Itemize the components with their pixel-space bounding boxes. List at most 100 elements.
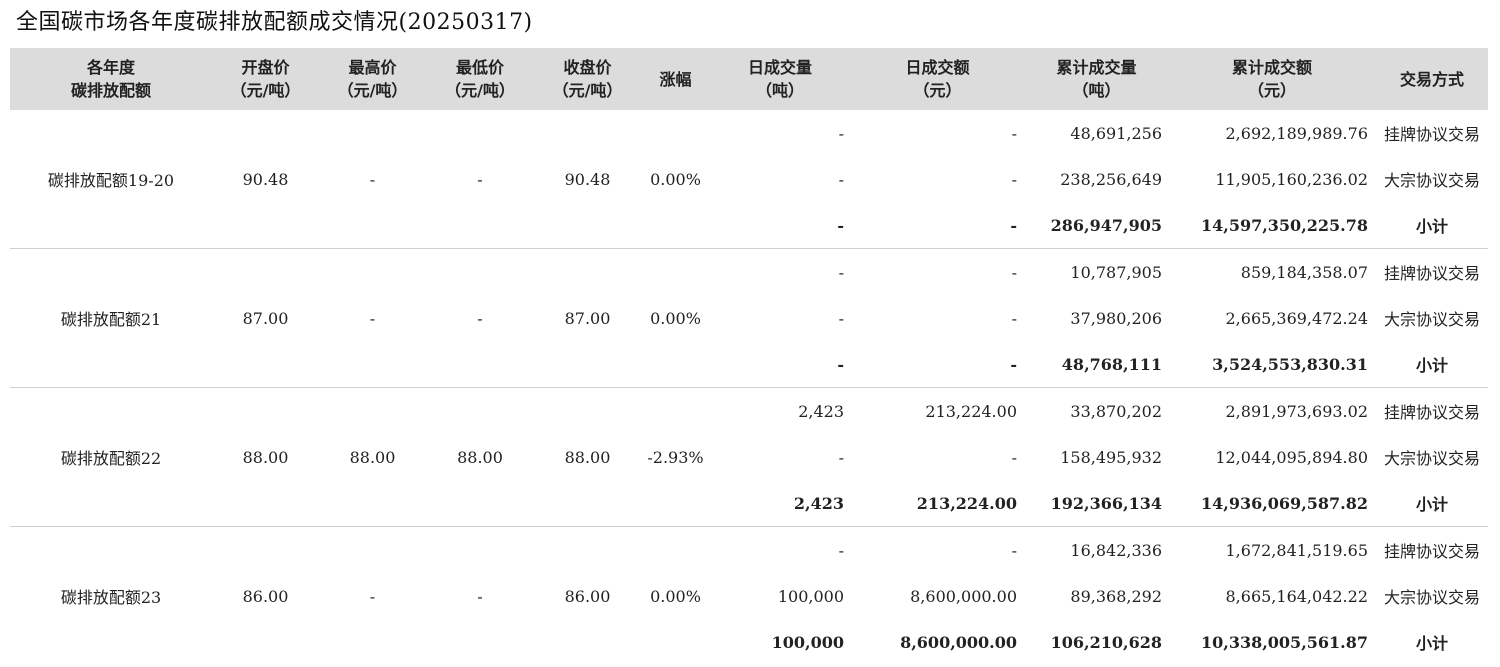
trade-mode: 挂牌协议交易	[1383, 264, 1480, 283]
cumulative-amount: 2,891,973,693.02	[1225, 401, 1369, 421]
header-text: （吨）	[755, 81, 804, 100]
price-low: -	[426, 248, 534, 388]
price-close: 88.00	[534, 387, 641, 527]
cumulative-volume: 48,768,111	[1025, 341, 1168, 388]
trade-mode: 小计	[1415, 634, 1448, 653]
daily-volume: -	[838, 169, 844, 189]
header-text: 日成交额	[905, 58, 970, 77]
cumulative-amount: 8,665,164,042.22	[1225, 586, 1369, 606]
header-text: 涨幅	[659, 69, 692, 89]
daily-volume: -	[710, 202, 850, 249]
header-text: 累计成交额	[1231, 58, 1312, 77]
trade-mode: 小计	[1376, 202, 1488, 249]
header-text: 各年度	[86, 58, 135, 77]
header-text: （元/吨）	[230, 81, 301, 100]
trade-mode: 挂牌协议交易	[1383, 125, 1480, 144]
price-high: 88.00	[319, 387, 426, 527]
price-high: -	[319, 248, 426, 388]
trade-mode: 大宗协议交易	[1383, 171, 1480, 190]
header-text: 收盘价	[563, 58, 612, 77]
price-high: -	[319, 110, 426, 249]
header-text: 最高价	[348, 58, 397, 77]
header-text: 碳排放配额	[70, 81, 151, 100]
header-text: 交易方式	[1399, 69, 1464, 89]
col-header-low: 最低价 （元/吨）	[426, 48, 534, 110]
cumulative-volume: 238,256,649	[1060, 169, 1162, 189]
table-header: 各年度 碳排放配额 开盘价 （元/吨） 最高价 （元/吨） 最低价 （元/吨） 收盘价 （元/吨）…	[10, 48, 1488, 110]
header-text: 累计成交量	[1056, 58, 1137, 77]
daily-amount: 8,600,000.00	[900, 632, 1017, 652]
cumulative-amount: 10,338,005,561.87	[1200, 632, 1368, 652]
price-low: 88.00	[426, 387, 534, 527]
cumulative-volume: 10,787,905	[1070, 262, 1162, 282]
daily-volume: -	[838, 308, 844, 328]
cumulative-volume: 106,210,628	[1050, 632, 1162, 652]
table-row: 碳排放配额23 86.00 - - 86.00 0.00% - - 16,842,336 1,67…	[10, 527, 1488, 608]
daily-amount: -	[1011, 262, 1017, 282]
table-row: 碳排放配额21 87.00- -87.00 0.00% - -10,787,905 859,…	[10, 248, 1488, 388]
daily-volume: -	[838, 123, 844, 143]
table-row: 碳排放配额22 88.00 88.00 88.00 88.00 -2.93% 2,423 21…	[10, 387, 1488, 527]
cumulative-volume: 158,495,932	[1060, 447, 1162, 467]
header-row: 各年度 碳排放配额 开盘价 （元/吨） 最高价 （元/吨） 最低价 （元/吨） 收盘价 （元/吨）…	[10, 48, 1488, 110]
cumulative-volume: 89,368,292	[1070, 586, 1162, 606]
cumulative-volume: 48,691,256	[1070, 123, 1162, 143]
price-change: 0.00%	[641, 248, 710, 388]
cumulative-volume: 37,980,206	[1070, 308, 1162, 328]
price-close: 86.00	[564, 586, 611, 606]
col-header-close: 收盘价 （元/吨）	[534, 48, 641, 110]
daily-amount: 213,224.00	[925, 401, 1017, 421]
daily-amount: -	[1011, 308, 1017, 328]
daily-volume: 100,000	[771, 632, 844, 652]
table-body: 碳排放配额19-20 90.48- -90.48 0.00% - -48,691,256 2…	[10, 110, 1488, 665]
daily-amount: -	[1011, 447, 1017, 467]
page-title: 全国碳市场各年度碳排放配额成交情况(20250317)	[16, 10, 533, 35]
daily-volume: 100,000	[777, 586, 844, 606]
cumulative-amount: 11,905,160,236.02	[1215, 169, 1368, 189]
cumulative-volume: 286,947,905	[1025, 202, 1168, 249]
header-text: 开盘价	[241, 58, 290, 77]
trade-mode: 小计	[1376, 341, 1488, 388]
daily-volume: 2,423	[710, 480, 850, 527]
price-open: 87.00	[212, 248, 319, 388]
price-change: -2.93%	[641, 387, 710, 527]
trade-mode: 小计	[1376, 480, 1488, 527]
allowance-name: 碳排放配额21	[10, 248, 212, 388]
table-row: 碳排放配额19-20 90.48- -90.48 0.00% - -48,691,256 2…	[10, 110, 1488, 249]
col-header-high: 最高价 （元/吨）	[319, 48, 426, 110]
col-header-change: 涨幅	[641, 48, 710, 110]
trade-mode: 大宗协议交易	[1383, 588, 1480, 607]
header-text: （元）	[913, 81, 962, 100]
cumulative-amount: 1,672,841,519.65	[1225, 540, 1369, 560]
col-header-cumulative-volume: 累计成交量 （吨）	[1025, 48, 1168, 110]
price-low: -	[477, 586, 483, 606]
daily-volume: -	[838, 447, 844, 467]
cumulative-amount: 2,665,369,472.24	[1225, 308, 1369, 328]
cumulative-amount: 3,524,553,830.31	[1168, 341, 1376, 388]
daily-amount: -	[850, 202, 1025, 249]
daily-amount: -	[1011, 169, 1017, 189]
price-change: 0.00%	[650, 586, 701, 606]
header-text: （元/吨）	[337, 81, 408, 100]
trade-mode: 大宗协议交易	[1383, 449, 1480, 468]
daily-amount: 8,600,000.00	[910, 586, 1017, 606]
allowance-name: 碳排放配额23	[60, 588, 162, 607]
price-close: 87.00	[534, 248, 641, 388]
price-open: 90.48	[212, 110, 319, 249]
header-text: （吨）	[1072, 81, 1121, 100]
col-header-allowance: 各年度 碳排放配额	[10, 48, 212, 110]
col-header-daily-volume: 日成交量 （吨）	[710, 48, 850, 110]
daily-volume: -	[710, 341, 850, 388]
col-header-open: 开盘价 （元/吨）	[212, 48, 319, 110]
header-text: （元）	[1247, 81, 1296, 100]
col-header-trade-mode: 交易方式	[1376, 48, 1488, 110]
header-text: （元/吨）	[552, 81, 623, 100]
trade-mode: 挂牌协议交易	[1383, 403, 1480, 422]
trade-mode: 挂牌协议交易	[1383, 542, 1480, 561]
daily-volume: -	[838, 540, 844, 560]
header-text: 最低价	[455, 58, 504, 77]
cumulative-amount: 14,597,350,225.78	[1168, 202, 1376, 249]
daily-amount: -	[1011, 123, 1017, 143]
cumulative-volume: 192,366,134	[1025, 480, 1168, 527]
trade-mode: 大宗协议交易	[1383, 310, 1480, 329]
